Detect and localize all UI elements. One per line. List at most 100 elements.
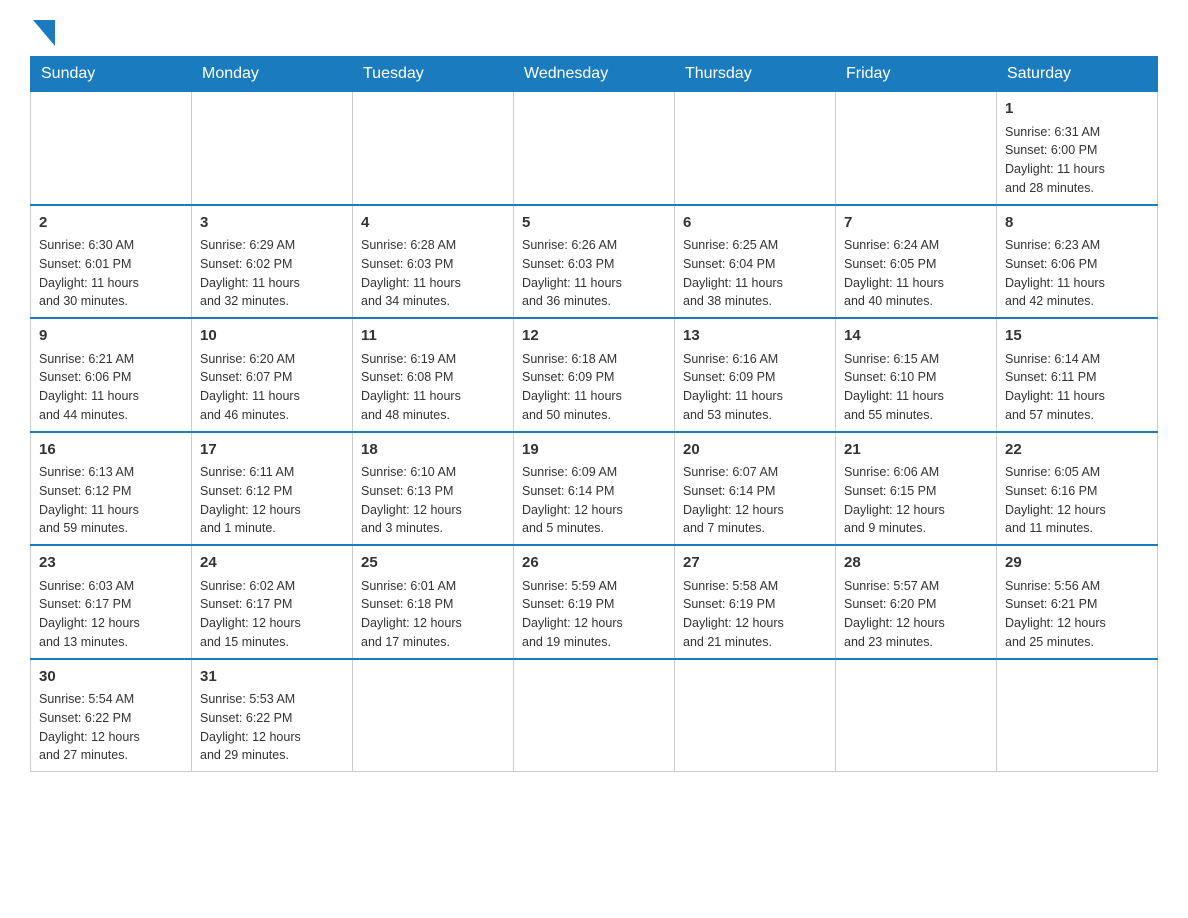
day-info: Sunset: 6:00 PM	[1005, 141, 1149, 160]
calendar-day-cell: 19Sunrise: 6:09 AMSunset: 6:14 PMDayligh…	[514, 432, 675, 546]
day-info: Sunrise: 6:06 AM	[844, 463, 988, 482]
day-info: Sunset: 6:10 PM	[844, 368, 988, 387]
day-info: and 55 minutes.	[844, 406, 988, 425]
day-info: Sunset: 6:05 PM	[844, 255, 988, 274]
day-info: Sunrise: 6:25 AM	[683, 236, 827, 255]
calendar-day-cell: 21Sunrise: 6:06 AMSunset: 6:15 PMDayligh…	[836, 432, 997, 546]
page-header	[30, 20, 1158, 46]
day-info: Sunrise: 6:11 AM	[200, 463, 344, 482]
day-info: Sunset: 6:14 PM	[683, 482, 827, 501]
day-info: Sunset: 6:06 PM	[39, 368, 183, 387]
calendar-day-cell: 6Sunrise: 6:25 AMSunset: 6:04 PMDaylight…	[675, 205, 836, 319]
calendar-day-cell: 9Sunrise: 6:21 AMSunset: 6:06 PMDaylight…	[31, 318, 192, 432]
day-info: Sunset: 6:02 PM	[200, 255, 344, 274]
day-info: Sunset: 6:13 PM	[361, 482, 505, 501]
day-info: and 5 minutes.	[522, 519, 666, 538]
day-info: Sunrise: 6:01 AM	[361, 577, 505, 596]
day-info: and 19 minutes.	[522, 633, 666, 652]
calendar-day-cell: 12Sunrise: 6:18 AMSunset: 6:09 PMDayligh…	[514, 318, 675, 432]
day-number: 26	[522, 552, 666, 575]
day-info: Sunrise: 6:28 AM	[361, 236, 505, 255]
day-number: 6	[683, 212, 827, 235]
calendar-day-cell: 14Sunrise: 6:15 AMSunset: 6:10 PMDayligh…	[836, 318, 997, 432]
day-number: 24	[200, 552, 344, 575]
day-info: Daylight: 12 hours	[683, 614, 827, 633]
calendar-day-cell: 27Sunrise: 5:58 AMSunset: 6:19 PMDayligh…	[675, 545, 836, 659]
day-info: Daylight: 12 hours	[844, 614, 988, 633]
day-number: 20	[683, 439, 827, 462]
calendar-day-header: Friday	[836, 57, 997, 92]
day-info: Sunset: 6:09 PM	[683, 368, 827, 387]
day-info: Daylight: 11 hours	[683, 274, 827, 293]
calendar-week-row: 2Sunrise: 6:30 AMSunset: 6:01 PMDaylight…	[31, 205, 1158, 319]
day-info: and 36 minutes.	[522, 292, 666, 311]
day-info: and 7 minutes.	[683, 519, 827, 538]
day-info: Daylight: 11 hours	[39, 501, 183, 520]
calendar-day-cell	[675, 92, 836, 205]
calendar-day-cell	[192, 92, 353, 205]
day-info: and 27 minutes.	[39, 746, 183, 765]
day-info: and 50 minutes.	[522, 406, 666, 425]
day-number: 29	[1005, 552, 1149, 575]
calendar-day-cell: 4Sunrise: 6:28 AMSunset: 6:03 PMDaylight…	[353, 205, 514, 319]
day-info: Daylight: 11 hours	[1005, 274, 1149, 293]
day-number: 22	[1005, 439, 1149, 462]
calendar-table: SundayMondayTuesdayWednesdayThursdayFrid…	[30, 56, 1158, 772]
calendar-week-row: 23 Sunrise: 6:03 AM Sunset: 6:17 PM Dayligh…	[31, 545, 1158, 659]
day-info: Sunrise: 5:58 AM	[683, 577, 827, 596]
day-info: Daylight: 11 hours	[844, 274, 988, 293]
day-info: and 25 minutes.	[1005, 633, 1149, 652]
day-number: 2	[39, 212, 183, 235]
day-info: Sunrise: 6:03 AM	[39, 577, 183, 596]
day-info: Daylight: 11 hours	[522, 387, 666, 406]
day-info: Daylight: 11 hours	[39, 274, 183, 293]
day-info: Daylight: 12 hours	[361, 614, 505, 633]
day-info: Daylight: 12 hours	[361, 501, 505, 520]
calendar-week-row: 30Sunrise: 5:54 AMSunset: 6:22 PMDayligh…	[31, 659, 1158, 772]
day-info: and 40 minutes.	[844, 292, 988, 311]
day-info: Sunset: 6:03 PM	[522, 255, 666, 274]
day-info: and 17 minutes.	[361, 633, 505, 652]
day-info: Daylight: 11 hours	[361, 387, 505, 406]
day-number: 17	[200, 439, 344, 462]
day-info: Sunrise: 6:31 AM	[1005, 123, 1149, 142]
calendar-week-row: 1Sunrise: 6:31 AMSunset: 6:00 PMDaylight…	[31, 92, 1158, 205]
calendar-day-cell: 8Sunrise: 6:23 AMSunset: 6:06 PMDaylight…	[997, 205, 1158, 319]
day-info: and 9 minutes.	[844, 519, 988, 538]
day-info: Sunrise: 6:14 AM	[1005, 350, 1149, 369]
day-info: Daylight: 12 hours	[1005, 501, 1149, 520]
day-number: 23	[39, 552, 183, 575]
day-info: and 38 minutes.	[683, 292, 827, 311]
day-info: Sunset: 6:16 PM	[1005, 482, 1149, 501]
calendar-day-cell: 31Sunrise: 5:53 AMSunset: 6:22 PMDayligh…	[192, 659, 353, 772]
day-info: Sunrise: 6:23 AM	[1005, 236, 1149, 255]
day-info: Sunrise: 5:57 AM	[844, 577, 988, 596]
day-info: Sunset: 6:20 PM	[844, 595, 988, 614]
day-info: Daylight: 12 hours	[39, 614, 183, 633]
calendar-day-cell: 1Sunrise: 6:31 AMSunset: 6:00 PMDaylight…	[997, 92, 1158, 205]
calendar-day-header: Monday	[192, 57, 353, 92]
day-info: and 21 minutes.	[683, 633, 827, 652]
day-info: Sunset: 6:22 PM	[200, 709, 344, 728]
calendar-day-cell: 7Sunrise: 6:24 AMSunset: 6:05 PMDaylight…	[836, 205, 997, 319]
calendar-day-header: Saturday	[997, 57, 1158, 92]
calendar-day-cell	[836, 659, 997, 772]
day-info: and 46 minutes.	[200, 406, 344, 425]
day-number: 28	[844, 552, 988, 575]
calendar-day-cell: 24Sunrise: 6:02 AMSunset: 6:17 PMDayligh…	[192, 545, 353, 659]
day-info: Sunset: 6:17 PM	[200, 595, 344, 614]
day-info: Sunset: 6:14 PM	[522, 482, 666, 501]
day-info: Sunset: 6:22 PM	[39, 709, 183, 728]
calendar-day-cell	[675, 659, 836, 772]
day-number: 13	[683, 325, 827, 348]
day-info: and 30 minutes.	[39, 292, 183, 311]
calendar-day-cell: 26Sunrise: 5:59 AMSunset: 6:19 PMDayligh…	[514, 545, 675, 659]
day-info: Daylight: 11 hours	[683, 387, 827, 406]
day-info: Daylight: 12 hours	[683, 501, 827, 520]
calendar-day-cell: 16Sunrise: 6:13 AMSunset: 6:12 PMDayligh…	[31, 432, 192, 546]
calendar-day-cell	[997, 659, 1158, 772]
day-number: 4	[361, 212, 505, 235]
day-number: 31	[200, 666, 344, 689]
calendar-day-header: Thursday	[675, 57, 836, 92]
day-info: Sunrise: 6:13 AM	[39, 463, 183, 482]
